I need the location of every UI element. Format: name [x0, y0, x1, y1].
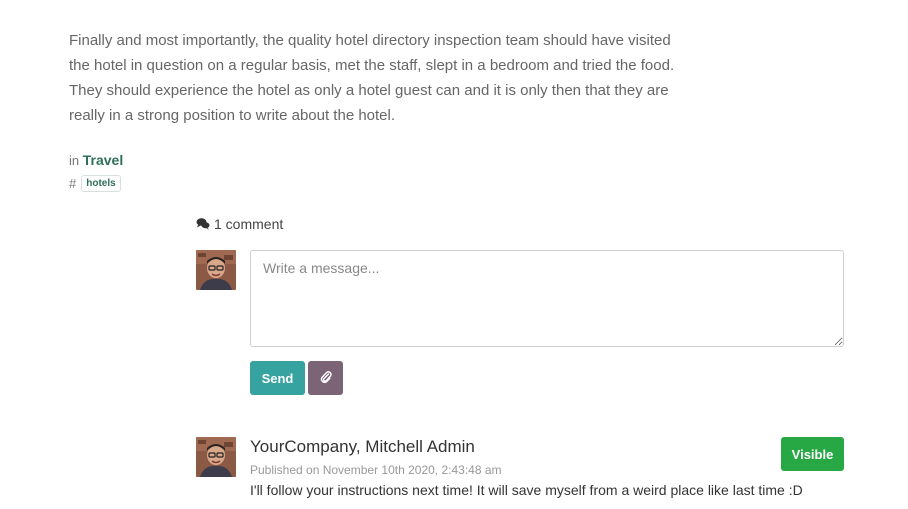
- article-line: They should experience the hotel as only…: [69, 82, 669, 99]
- paperclip-icon: [320, 370, 332, 387]
- post-category: in Travel: [69, 152, 123, 168]
- comments-icon: [196, 217, 210, 231]
- comment-avatar: [196, 437, 236, 477]
- comments-count: 1 comment: [196, 216, 283, 232]
- message-input[interactable]: [250, 250, 844, 347]
- page: Finally and most importantly, the qualit…: [0, 0, 908, 509]
- post-tags: # hotels: [69, 175, 121, 192]
- send-button[interactable]: Send: [250, 361, 305, 395]
- article-line: Finally and most importantly, the qualit…: [69, 32, 671, 49]
- article-body: Finally and most importantly, the qualit…: [69, 28, 729, 128]
- avatar: [196, 250, 236, 290]
- tag-hotels[interactable]: hotels: [81, 175, 121, 192]
- attach-button[interactable]: [308, 361, 343, 395]
- visibility-toggle-button[interactable]: Visible: [781, 437, 844, 471]
- comment-date: Published on November 10th 2020, 2:43:48…: [250, 463, 502, 477]
- category-prefix: in: [69, 153, 80, 168]
- comments-count-label: 1 comment: [214, 216, 284, 232]
- category-link-travel[interactable]: Travel: [83, 152, 123, 168]
- article-line: really in a strong position to write abo…: [69, 107, 396, 124]
- comment-body: I'll follow your instructions next time!…: [250, 482, 803, 498]
- comment-author: YourCompany, Mitchell Admin: [250, 437, 475, 456]
- hash-icon: #: [69, 176, 77, 191]
- article-line: the hotel in question on a regular basis…: [69, 57, 675, 74]
